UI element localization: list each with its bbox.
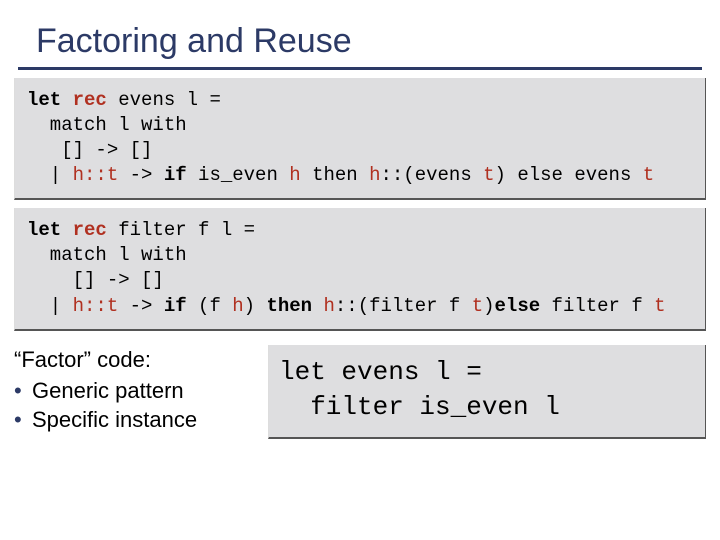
code-block-evens: let rec evens l = match l with [] -> [] … (14, 78, 706, 200)
code-block-filter: let rec filter f l = match l with [] -> … (14, 208, 706, 330)
code-evens: let rec evens l = match l with [] -> [] … (27, 88, 693, 188)
bullet-1: Generic pattern (14, 376, 262, 405)
code-filter: let rec filter f l = match l with [] -> … (27, 218, 693, 318)
bullet-text: “Factor” code: Generic pattern Specific … (14, 345, 262, 434)
slide-title: Factoring and Reuse (0, 0, 720, 67)
bottom-row: “Factor” code: Generic pattern Specific … (0, 339, 720, 439)
bullet-list: Generic pattern Specific instance (14, 376, 262, 434)
bullet-2: Specific instance (14, 405, 262, 434)
slide: Factoring and Reuse let rec evens l = ma… (0, 0, 720, 540)
code-block-factored: let evens l = filter is_even l (268, 345, 706, 439)
bullet-heading: “Factor” code: (14, 345, 262, 374)
title-underline (18, 67, 702, 70)
code-factored: let evens l = filter is_even l (279, 355, 695, 425)
